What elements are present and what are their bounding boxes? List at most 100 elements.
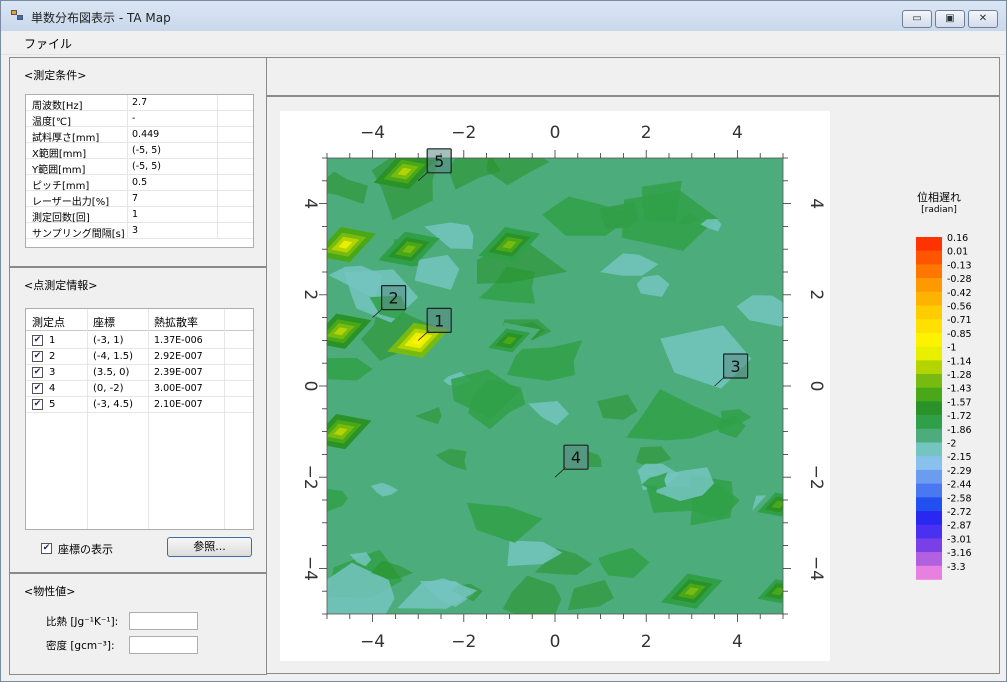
header-diffusivity[interactable]: 熱拡散率 bbox=[154, 314, 198, 330]
properties-panel: <物性値> 比熱 [Jg⁻¹K⁻¹]: 密度 [gcm⁻³]: bbox=[9, 573, 267, 675]
properties-title: <物性値> bbox=[24, 585, 76, 598]
close-button[interactable]: ✕ bbox=[968, 10, 998, 28]
colorbar-level-label: -2.87 bbox=[947, 521, 972, 532]
x-tick-label-top: 4 bbox=[732, 123, 743, 143]
condition-label: 測定回数[回] bbox=[32, 213, 90, 224]
colorbar-level-label: -2.29 bbox=[947, 466, 972, 477]
colorbar-level-label: -1.28 bbox=[947, 370, 972, 381]
measurement-conditions-panel: <測定条件> 周波数[Hz] 2.7 温度[℃] - 試料厚さ[mm] 0.449 X範囲[… bbox=[9, 57, 267, 267]
title-bar[interactable]: 単数分布図表示 - TA Map ▭ ▣ ✕ bbox=[1, 1, 1006, 31]
menu-bar: ファイル bbox=[1, 31, 1006, 55]
point-checkbox[interactable]: ✔ bbox=[32, 399, 43, 410]
colorbar-level-label: 0.01 bbox=[947, 247, 968, 258]
condition-row[interactable]: 試料厚さ[mm] 0.449 bbox=[26, 127, 253, 144]
condition-label: X範囲[mm] bbox=[32, 149, 87, 160]
grid-divider bbox=[87, 309, 88, 529]
colorbar-swatch bbox=[916, 387, 942, 402]
colorbar-swatch bbox=[916, 552, 942, 567]
condition-row[interactable]: サンプリング間隔[s] 3 bbox=[26, 223, 253, 240]
colorbar-swatch bbox=[916, 497, 942, 512]
points-grid-header: 測定点 座標 熱拡散率 bbox=[26, 309, 253, 331]
point-checkbox[interactable]: ✔ bbox=[32, 335, 43, 346]
colorbar-swatch bbox=[916, 332, 942, 347]
show-coords-checkbox[interactable]: ✔ bbox=[41, 543, 52, 554]
y-tick-label-right: 0 bbox=[806, 381, 826, 392]
condition-value: 1 bbox=[132, 209, 139, 220]
y-tick-label-right: −4 bbox=[806, 556, 826, 581]
specific-heat-input[interactable] bbox=[129, 612, 198, 630]
x-tick-label-top: −4 bbox=[360, 123, 385, 143]
x-tick-label-bottom: 4 bbox=[732, 632, 743, 652]
y-tick-label-left: 4 bbox=[300, 198, 320, 209]
colorbar-swatch bbox=[916, 415, 942, 430]
colorbar-swatch bbox=[916, 250, 942, 265]
points-grid[interactable]: 測定点 座標 熱拡散率 ✔ 1 (-3, 1) 1.37E-006 ✔ 2 (-4, 1.5… bbox=[25, 308, 254, 530]
colorbar-level-label: -1.57 bbox=[947, 397, 972, 408]
table-row[interactable]: ✔ 5 (-3, 4.5) 2.10E-007 bbox=[26, 397, 253, 413]
y-tick-label-left: −2 bbox=[300, 465, 320, 490]
x-tick-label-bottom: 0 bbox=[550, 632, 561, 652]
conditions-grid[interactable]: 周波数[Hz] 2.7 温度[℃] - 試料厚さ[mm] 0.449 X範囲[mm] (-5,… bbox=[25, 94, 254, 248]
condition-value: 0.449 bbox=[132, 129, 160, 140]
table-row[interactable]: ✔ 3 (3.5, 0) 2.39E-007 bbox=[26, 365, 253, 381]
browse-button[interactable]: 参照... bbox=[167, 537, 252, 557]
menu-file[interactable]: ファイル bbox=[24, 35, 72, 52]
maximize-button[interactable]: ▣ bbox=[935, 10, 965, 28]
condition-value: 2.7 bbox=[132, 97, 148, 108]
heatmap-contour-region bbox=[641, 180, 682, 223]
condition-row[interactable]: レーザー出力[%] 7 bbox=[26, 191, 253, 208]
x-tick-label-top: 2 bbox=[641, 123, 652, 143]
density-input[interactable] bbox=[129, 636, 198, 654]
point-checkbox[interactable]: ✔ bbox=[32, 383, 43, 394]
colorbar-swatch bbox=[916, 374, 942, 388]
condition-value: 7 bbox=[132, 193, 139, 204]
show-coords-label: 座標の表示 bbox=[58, 543, 113, 556]
minimize-button[interactable]: ▭ bbox=[902, 10, 932, 28]
condition-row[interactable]: ピッチ[mm] 0.5 bbox=[26, 175, 253, 192]
colorbar-swatch bbox=[916, 483, 942, 498]
header-coord[interactable]: 座標 bbox=[93, 314, 115, 330]
point-diffusivity: 2.10E-007 bbox=[154, 399, 203, 410]
condition-row[interactable]: 測定回数[回] 1 bbox=[26, 207, 253, 224]
point-diffusivity: 2.39E-007 bbox=[154, 367, 203, 378]
colorbar-level-label: -1.72 bbox=[947, 411, 972, 422]
condition-label: サンプリング間隔[s] bbox=[32, 229, 125, 240]
point-info-title: <点測定情報> bbox=[24, 279, 98, 292]
colorbar-swatch bbox=[916, 511, 942, 525]
point-diffusivity: 2.92E-007 bbox=[154, 351, 203, 362]
colorbar-swatch bbox=[916, 428, 942, 443]
condition-row[interactable]: X範囲[mm] (-5, 5) bbox=[26, 143, 253, 160]
header-point[interactable]: 測定点 bbox=[32, 314, 65, 330]
y-tick-label-right: −2 bbox=[806, 465, 826, 490]
point-number: 4 bbox=[49, 383, 56, 394]
condition-row[interactable]: 温度[℃] - bbox=[26, 111, 253, 128]
point-checkbox[interactable]: ✔ bbox=[32, 351, 43, 362]
condition-value: - bbox=[132, 113, 136, 124]
colorbar-level-label: -0.56 bbox=[947, 302, 972, 313]
y-tick-label-left: 0 bbox=[300, 381, 320, 392]
colorbar-level-label: -0.13 bbox=[947, 260, 972, 271]
table-row[interactable]: ✔ 4 (0, -2) 3.00E-007 bbox=[26, 381, 253, 397]
y-tick-label-right: 4 bbox=[806, 198, 826, 209]
point-checkbox[interactable]: ✔ bbox=[32, 367, 43, 378]
condition-row[interactable]: Y範囲[mm] (-5, 5) bbox=[26, 159, 253, 176]
phase-delay-heatmap: −4 −4 −2 −2 0 0 2 2 4 4 −4 −4 −2 −2 0 0 2 2 4 4 1 2 3 4 5 bbox=[300, 123, 826, 652]
condition-value: 0.5 bbox=[132, 177, 148, 188]
condition-row[interactable]: 周波数[Hz] 2.7 bbox=[26, 95, 253, 112]
table-row[interactable]: ✔ 1 (-3, 1) 1.37E-006 bbox=[26, 333, 253, 349]
colorbar-swatch bbox=[916, 401, 942, 416]
colorbar-level-label: -1.43 bbox=[947, 384, 972, 395]
colorbar-swatch bbox=[916, 237, 942, 251]
colorbar-level-label: -2.58 bbox=[947, 493, 972, 504]
table-row[interactable]: ✔ 2 (-4, 1.5) 2.92E-007 bbox=[26, 349, 253, 365]
colorbar: 位相遅れ [radian] 0.16 0.01 -0.13 -0.28 -0.42 -0.… bbox=[916, 190, 972, 580]
colorbar-swatch bbox=[916, 291, 942, 306]
colorbar-swatch bbox=[916, 264, 942, 279]
point-coord: (3.5, 0) bbox=[93, 367, 130, 378]
condition-label: 周波数[Hz] bbox=[32, 101, 83, 112]
top-toolbar-panel bbox=[266, 57, 1000, 96]
point-diffusivity: 3.00E-007 bbox=[154, 383, 203, 394]
specific-heat-label: 比熱 [Jg⁻¹K⁻¹]: bbox=[46, 616, 119, 628]
colorbar-level-label: -0.28 bbox=[947, 274, 972, 285]
point-number: 3 bbox=[49, 367, 56, 378]
